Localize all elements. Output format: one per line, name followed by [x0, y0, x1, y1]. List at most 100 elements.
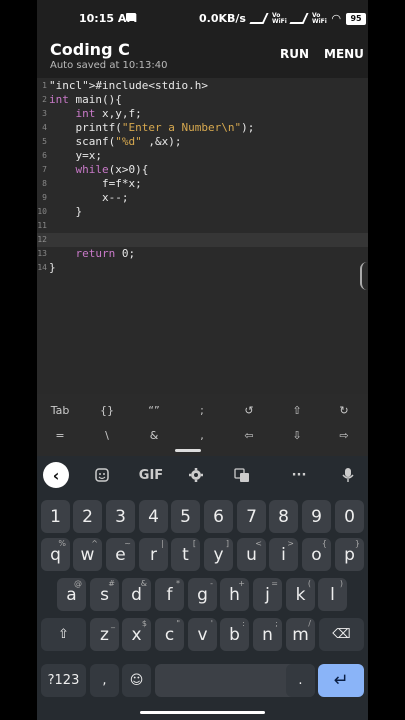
translate-icon[interactable]: [227, 460, 257, 490]
current-line-highlight: [37, 233, 368, 247]
settings-icon[interactable]: [181, 460, 211, 490]
emoji-key[interactable]: ☺: [122, 664, 151, 697]
autosave-status: Auto saved at 10:13:40: [50, 60, 168, 71]
gesture-nav-bar[interactable]: [140, 711, 265, 714]
line-number: 5: [42, 137, 47, 146]
undo-icon[interactable]: ↺: [234, 404, 264, 417]
key-b[interactable]: b:: [220, 618, 249, 651]
microphone-icon[interactable]: [333, 460, 363, 490]
key-5[interactable]: 5: [171, 500, 200, 533]
code-line: printf("Enter a Number\n");: [49, 121, 255, 134]
keyboard-drag-handle[interactable]: [175, 449, 201, 452]
line-number: 2: [42, 95, 47, 104]
symbol-equals[interactable]: =: [45, 429, 75, 442]
key-y[interactable]: y]: [204, 538, 233, 571]
key-w[interactable]: w ^: [73, 538, 102, 571]
back-icon[interactable]: ‹: [43, 462, 69, 488]
more-icon[interactable]: ···: [284, 460, 314, 490]
key-h[interactable]: h +: [220, 578, 249, 611]
period-key[interactable]: .: [286, 664, 315, 697]
vowifi-label-2: Vo WiFi: [311, 11, 327, 25]
symbol-bar: Tab {} “” ; ↺ ⇧ ↻ = \ & , ⇦ ⇩ ⇨: [37, 396, 368, 454]
battery-icon: 95: [346, 12, 366, 25]
key-d[interactable]: d &: [122, 578, 151, 611]
wifi-icon: ◠: [331, 12, 341, 25]
key-2[interactable]: 2: [73, 500, 102, 533]
code-line: "incl">#include<stdio.h>: [49, 79, 208, 92]
code-line: x--;: [49, 191, 129, 204]
line-number: 10: [37, 207, 47, 216]
key-0[interactable]: 0: [335, 500, 364, 533]
key-q[interactable]: q%: [41, 538, 70, 571]
code-line: y=x;: [49, 149, 102, 162]
symbol-braces[interactable]: {}: [92, 404, 122, 417]
key-p[interactable]: p}: [335, 538, 364, 571]
key-u[interactable]: u <: [237, 538, 266, 571]
network-speed: 0.0KB/s: [199, 12, 246, 25]
key-t[interactable]: t[: [171, 538, 200, 571]
code-line: int x,y,f;: [75, 107, 142, 120]
gif-button[interactable]: GIF: [134, 460, 168, 490]
arrow-right-icon[interactable]: ⇨: [329, 429, 359, 442]
code-line: }: [49, 261, 56, 274]
symbol-ampersand[interactable]: &: [139, 429, 169, 442]
shift-key[interactable]: ⇧: [41, 618, 86, 651]
key-7[interactable]: 7: [237, 500, 266, 533]
line-number: 8: [42, 179, 47, 188]
line-number: 11: [37, 221, 47, 230]
arrow-down-icon[interactable]: ⇩: [282, 429, 312, 442]
key-8[interactable]: 8: [269, 500, 298, 533]
key-k[interactable]: k(: [286, 578, 315, 611]
arrow-up-icon[interactable]: ⇧: [282, 404, 312, 417]
backspace-key[interactable]: ⌫: [319, 618, 364, 651]
key-n[interactable]: n;: [253, 618, 282, 651]
key-g[interactable]: g-: [188, 578, 217, 611]
key-j[interactable]: j =: [253, 578, 282, 611]
keyboard-toolbar: ‹ GIF ···: [37, 456, 368, 494]
vowifi-label-1: Vo WiFi: [271, 11, 287, 25]
symbol-tab[interactable]: Tab: [45, 404, 75, 417]
comma-key[interactable]: ,: [90, 664, 119, 697]
enter-key[interactable]: ↵: [318, 664, 364, 697]
symbol-backslash[interactable]: \: [92, 429, 122, 442]
key-3[interactable]: 3: [106, 500, 135, 533]
key-l[interactable]: l): [318, 578, 347, 611]
symbol-quotes[interactable]: “”: [139, 404, 169, 417]
key-6[interactable]: 6: [204, 500, 233, 533]
keyboard: 1 2 3 4 5 6 7 8 9 0 q% w ^ e ~ r | t[ y] u <…: [37, 494, 368, 720]
key-m[interactable]: m /: [286, 618, 315, 651]
arrow-left-icon[interactable]: ⇦: [234, 429, 264, 442]
run-button[interactable]: RUN: [280, 47, 309, 61]
symbol-semicolon[interactable]: ;: [187, 404, 217, 417]
scroll-handle[interactable]: [360, 262, 367, 290]
status-bar: 10:15 AM 0.0KB/s Vo WiFi Vo WiFi ◠ 95: [37, 0, 368, 36]
code-line: int main(){: [49, 93, 122, 106]
code-line: scanf("%d" ,&x);: [49, 135, 182, 148]
code-editor[interactable]: 1 2 3 4 5 6 7 8 9 10 11 12 13 14 "incl">…: [37, 78, 368, 394]
line-number: 3: [42, 109, 47, 118]
key-z[interactable]: z _: [90, 618, 119, 651]
phone-screen: 10:15 AM 0.0KB/s Vo WiFi Vo WiFi ◠ 95 Co…: [37, 0, 368, 720]
key-s[interactable]: s #: [90, 578, 119, 611]
symbols-key[interactable]: ?123: [41, 664, 86, 697]
key-x[interactable]: x $: [122, 618, 151, 651]
key-9[interactable]: 9: [302, 500, 331, 533]
key-c[interactable]: c ": [155, 618, 184, 651]
line-number: 4: [42, 123, 47, 132]
key-1[interactable]: 1: [41, 500, 70, 533]
key-v[interactable]: v ': [188, 618, 217, 651]
line-number: 1: [42, 81, 47, 90]
key-f[interactable]: f *: [155, 578, 184, 611]
redo-icon[interactable]: ↻: [329, 404, 359, 417]
symbol-comma[interactable]: ,: [187, 429, 217, 442]
menu-button[interactable]: MENU: [324, 47, 364, 61]
key-r[interactable]: r |: [139, 538, 168, 571]
key-o[interactable]: o{: [302, 538, 331, 571]
sticker-icon[interactable]: [87, 460, 117, 490]
line-number: 6: [42, 151, 47, 160]
key-4[interactable]: 4: [139, 500, 168, 533]
key-i[interactable]: i >: [269, 538, 298, 571]
key-e[interactable]: e ~: [106, 538, 135, 571]
key-a[interactable]: a @: [57, 578, 86, 611]
code-line: return 0;: [75, 247, 136, 260]
